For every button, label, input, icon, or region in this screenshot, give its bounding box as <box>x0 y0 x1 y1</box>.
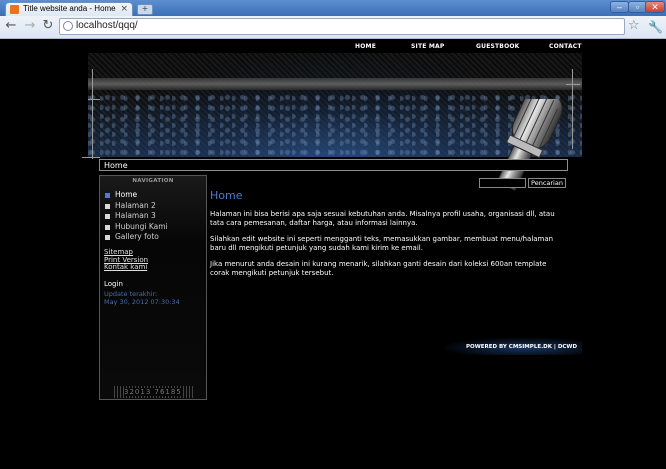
browser-toolbar: ← → ↻ localhost/qqq/ ☆ 🔧 <box>0 16 666 39</box>
close-window-button[interactable]: ✕ <box>645 1 665 13</box>
forward-arrow-icon[interactable]: → <box>22 18 38 34</box>
sidebar-item-hubungi-kami[interactable]: Hubungi Kami <box>104 222 168 233</box>
crosshair-line <box>572 69 573 149</box>
footer-credit[interactable]: POWERED BY CMSIMPLE.DK | DCWD <box>466 344 577 350</box>
kontak-kami-link[interactable]: Kontak kami <box>104 263 148 272</box>
sidebar-item-home[interactable]: Home <box>104 190 168 201</box>
search-input[interactable] <box>479 178 526 188</box>
crosshair-line <box>82 157 100 158</box>
reload-icon[interactable]: ↻ <box>40 18 56 34</box>
favicon-icon <box>10 5 19 14</box>
crosshair-line <box>88 99 100 100</box>
crosshair-line <box>566 84 580 85</box>
content-paragraph: Jika menurut anda desain ini kurang mena… <box>210 260 547 277</box>
sidebar-item-halaman-2[interactable]: Halaman 2 <box>104 201 168 212</box>
back-arrow-icon[interactable]: ← <box>3 18 19 34</box>
tab-title: Title website anda - Home <box>23 4 116 13</box>
globe-icon <box>63 21 73 31</box>
bullet-icon <box>105 193 110 198</box>
topnav-home-link[interactable]: HOME <box>355 43 376 50</box>
breadcrumb-home: Home <box>104 161 128 170</box>
new-tab-button[interactable]: + <box>137 4 153 15</box>
login-link[interactable]: Login <box>104 280 123 288</box>
top-navigation: HOME SITE MAP GUESTBOOK CONTACT <box>0 39 666 53</box>
web-page: HOME SITE MAP GUESTBOOK CONTACT Home NAV… <box>0 39 666 469</box>
topnav-contact-link[interactable]: CONTACT <box>549 43 582 50</box>
page-title: Home <box>210 189 243 202</box>
browser-tab[interactable]: Title website anda - Home × <box>5 2 133 16</box>
sidebar-links: Sitemap Print Version Kontak kami <box>104 248 148 272</box>
sidebar-item-gallery-foto[interactable]: Gallery foto <box>104 232 168 243</box>
tab-close-icon[interactable]: × <box>120 3 128 15</box>
sidebar-item-halaman-3[interactable]: Halaman 3 <box>104 211 168 222</box>
search-button[interactable]: Pencarian <box>528 178 566 188</box>
bullet-icon <box>105 224 110 230</box>
last-updated: Update terakhir: May 30, 2012 07:30:34 <box>104 290 180 306</box>
url-text[interactable]: localhost/qqq/ <box>76 20 138 31</box>
bookmark-star-icon[interactable]: ☆ <box>628 18 640 34</box>
wrench-menu-icon[interactable]: 🔧 <box>648 19 663 35</box>
bullet-icon <box>105 214 110 219</box>
microphone-icon <box>496 99 563 192</box>
address-bar[interactable]: localhost/qqq/ <box>59 18 625 35</box>
last-updated-label: Update terakhir: <box>104 290 158 298</box>
topnav-sitemap-link[interactable]: SITE MAP <box>411 43 444 50</box>
bullet-icon <box>105 235 110 240</box>
sidebar-menu: Home Halaman 2 Halaman 3 Hubungi Kami Ga… <box>104 190 168 243</box>
content-paragraph: Silahkan edit website ini seperti mengga… <box>210 235 554 252</box>
minimize-button[interactable]: – <box>610 1 629 13</box>
banner-stripe <box>88 78 582 90</box>
crosshair-line <box>92 69 93 159</box>
sidebar-title: NAVIGATION <box>132 178 174 184</box>
content-paragraph: Halaman ini bisa berisi apa saja sesuai … <box>210 210 555 227</box>
barcode-decoration: 32013 76185 <box>114 386 194 398</box>
sidebar-navigation: NAVIGATION Home Halaman 2 Halaman 3 Hubu… <box>99 175 207 400</box>
topnav-guestbook-link[interactable]: GUESTBOOK <box>476 43 520 50</box>
barcode-number: 32013 76185 <box>124 388 182 396</box>
breadcrumb: Home <box>99 159 568 171</box>
window-titlebar: Title website anda - Home × + – ▫ ✕ <box>0 0 666 16</box>
bullet-icon <box>105 203 110 209</box>
last-updated-value: May 30, 2012 07:30:34 <box>104 298 180 306</box>
